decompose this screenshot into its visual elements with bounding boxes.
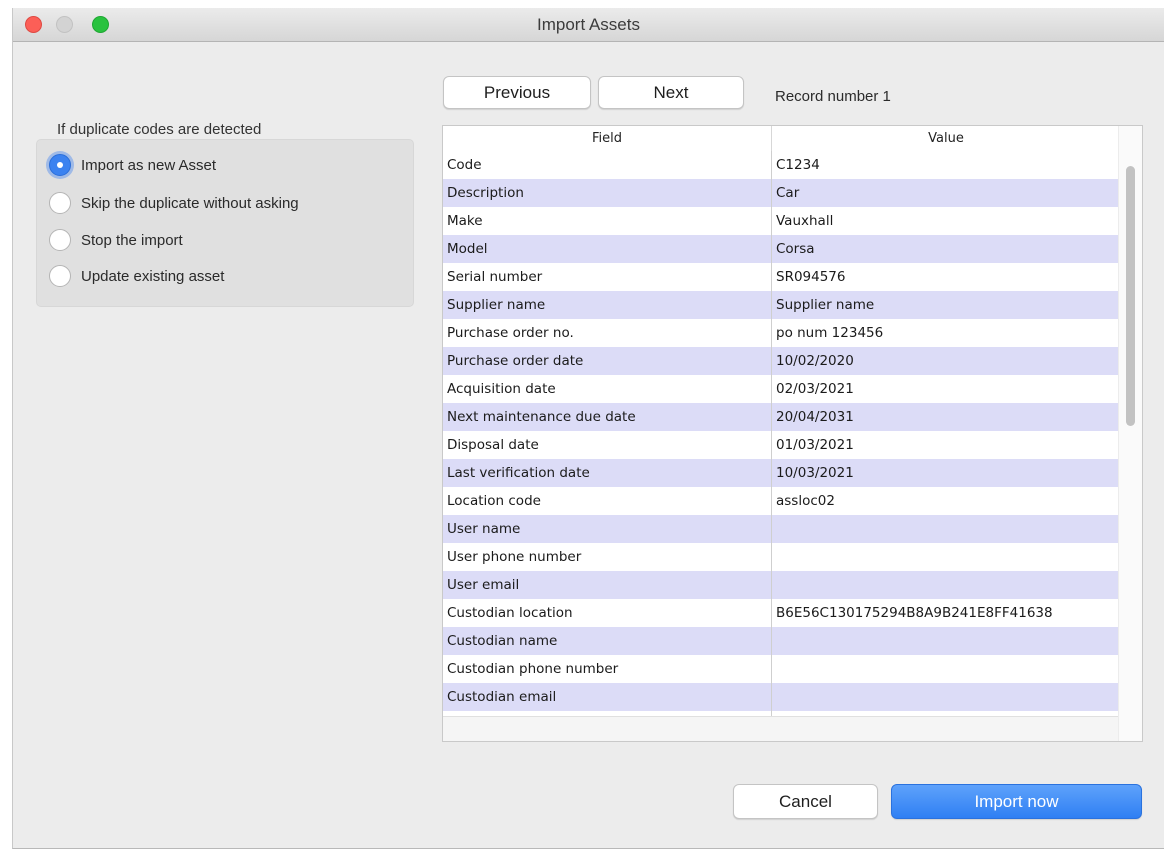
value-cell [776, 627, 1120, 655]
table-row[interactable]: Location code assloc02 [443, 487, 1120, 515]
table-row[interactable]: Supplier name Supplier name [443, 291, 1120, 319]
option-label: Stop the import [81, 231, 183, 249]
table-row[interactable]: Description Car [443, 179, 1120, 207]
value-cell: SR094576 [776, 269, 846, 285]
table-row[interactable]: Make Vauxhall [443, 207, 1120, 235]
table-row[interactable]: Custodian location B6E56C130175294B8A9B24… [443, 599, 1120, 627]
table-row[interactable]: Model Corsa [443, 235, 1120, 263]
value-cell: B6E56C130175294B8A9B241E8FF41638 [776, 605, 1053, 621]
option-label: Update existing asset [81, 267, 225, 285]
table-footer [443, 716, 1120, 741]
field-cell: User email [447, 577, 520, 593]
value-cell [776, 571, 1120, 599]
value-cell: assloc02 [776, 493, 835, 509]
table-row[interactable]: Purchase order date 10/02/2020 [443, 347, 1120, 375]
value-cell: 02/03/2021 [776, 381, 854, 397]
import-now-button[interactable]: Import now [891, 784, 1142, 819]
field-cell: User name [447, 521, 521, 537]
field-cell: Purchase order date [447, 353, 584, 369]
option-label: Skip the duplicate without asking [81, 194, 299, 212]
field-cell: User phone number [447, 549, 582, 565]
field-cell: Custodian email [447, 689, 557, 705]
record-number-label: Record number 1 [775, 88, 891, 105]
field-cell: Description [447, 185, 524, 201]
field-cell: Make [447, 213, 483, 229]
option-skip-duplicate[interactable]: Skip the duplicate without asking [49, 192, 299, 214]
option-update-existing[interactable]: Update existing asset [49, 265, 224, 287]
table-row[interactable]: User email [443, 571, 1120, 599]
table-row[interactable]: Last verification date 10/03/2021 [443, 459, 1120, 487]
column-header-value[interactable]: Value [772, 126, 1120, 151]
option-label: Import as new Asset [81, 156, 217, 174]
table-row[interactable]: User name [443, 515, 1120, 543]
value-cell [776, 515, 1120, 543]
value-cell [776, 655, 1120, 683]
value-cell: 20/04/2031 [776, 409, 854, 425]
value-cell: Vauxhall [776, 213, 834, 229]
value-cell: 10/02/2020 [776, 353, 854, 369]
field-cell: Next maintenance due date [447, 409, 636, 425]
field-cell: Serial number [447, 269, 543, 285]
table-row[interactable]: Disposal date 01/03/2021 [443, 431, 1120, 459]
table-row[interactable]: Next maintenance due date 20/04/2031 [443, 403, 1120, 431]
table-header: Field Value [443, 126, 1120, 152]
value-cell: Supplier name [776, 297, 875, 313]
import-assets-window: Import Assets Previous Next Record numbe… [12, 8, 1164, 849]
value-cell: Car [776, 185, 800, 201]
radio-unselected-icon[interactable] [49, 229, 71, 251]
field-cell: Custodian phone number [447, 661, 619, 677]
value-cell: po num 123456 [776, 325, 884, 341]
field-cell: Custodian name [447, 633, 558, 649]
value-cell: C1234 [776, 157, 820, 173]
table-body: Code C1234 Description Car Make Vauxhall Model… [443, 151, 1120, 711]
column-divider [771, 151, 772, 717]
option-import-as-new[interactable]: Import as new Asset [49, 154, 216, 176]
value-cell: 01/03/2021 [776, 437, 854, 453]
field-cell: Code [447, 157, 482, 173]
radio-unselected-icon[interactable] [49, 265, 71, 287]
value-cell: 10/03/2021 [776, 465, 854, 481]
table-row[interactable]: Purchase order no. po num 123456 [443, 319, 1120, 347]
table-row[interactable]: Serial number SR094576 [443, 263, 1120, 291]
title-bar[interactable]: Import Assets [13, 8, 1164, 42]
previous-button[interactable]: Previous [443, 76, 591, 109]
field-cell: Acquisition date [447, 381, 556, 397]
field-cell: Last verification date [447, 465, 590, 481]
field-cell: Disposal date [447, 437, 539, 453]
vertical-scrollbar[interactable] [1118, 126, 1142, 741]
value-cell [776, 543, 1120, 571]
table-row[interactable]: Custodian name [443, 627, 1120, 655]
table-row[interactable]: Custodian email [443, 683, 1120, 711]
table-row[interactable]: Custodian phone number [443, 655, 1120, 683]
field-cell: Model [447, 241, 488, 257]
duplicate-options-group: Import as new Asset Skip the duplicate w… [36, 139, 414, 307]
duplicate-options-title: If duplicate codes are detected [57, 121, 262, 138]
field-cell: Custodian location [447, 605, 573, 621]
value-cell [776, 683, 1120, 711]
table-row[interactable]: Acquisition date 02/03/2021 [443, 375, 1120, 403]
table-row[interactable]: Code C1234 [443, 151, 1120, 179]
column-header-field[interactable]: Field [443, 126, 772, 151]
cancel-button[interactable]: Cancel [733, 784, 878, 819]
window-title: Import Assets [537, 15, 640, 34]
field-value-table[interactable]: Field Value Code C1234 Description Car Make V… [442, 125, 1143, 742]
field-cell: Purchase order no. [447, 325, 574, 341]
field-cell: Location code [447, 493, 541, 509]
option-stop-import[interactable]: Stop the import [49, 229, 183, 251]
value-cell: Corsa [776, 241, 815, 257]
field-cell: Supplier name [447, 297, 546, 313]
table-row[interactable]: User phone number [443, 543, 1120, 571]
next-button[interactable]: Next [598, 76, 744, 109]
scrollbar-thumb[interactable] [1126, 166, 1135, 426]
radio-unselected-icon[interactable] [49, 192, 71, 214]
radio-selected-icon[interactable] [49, 154, 71, 176]
